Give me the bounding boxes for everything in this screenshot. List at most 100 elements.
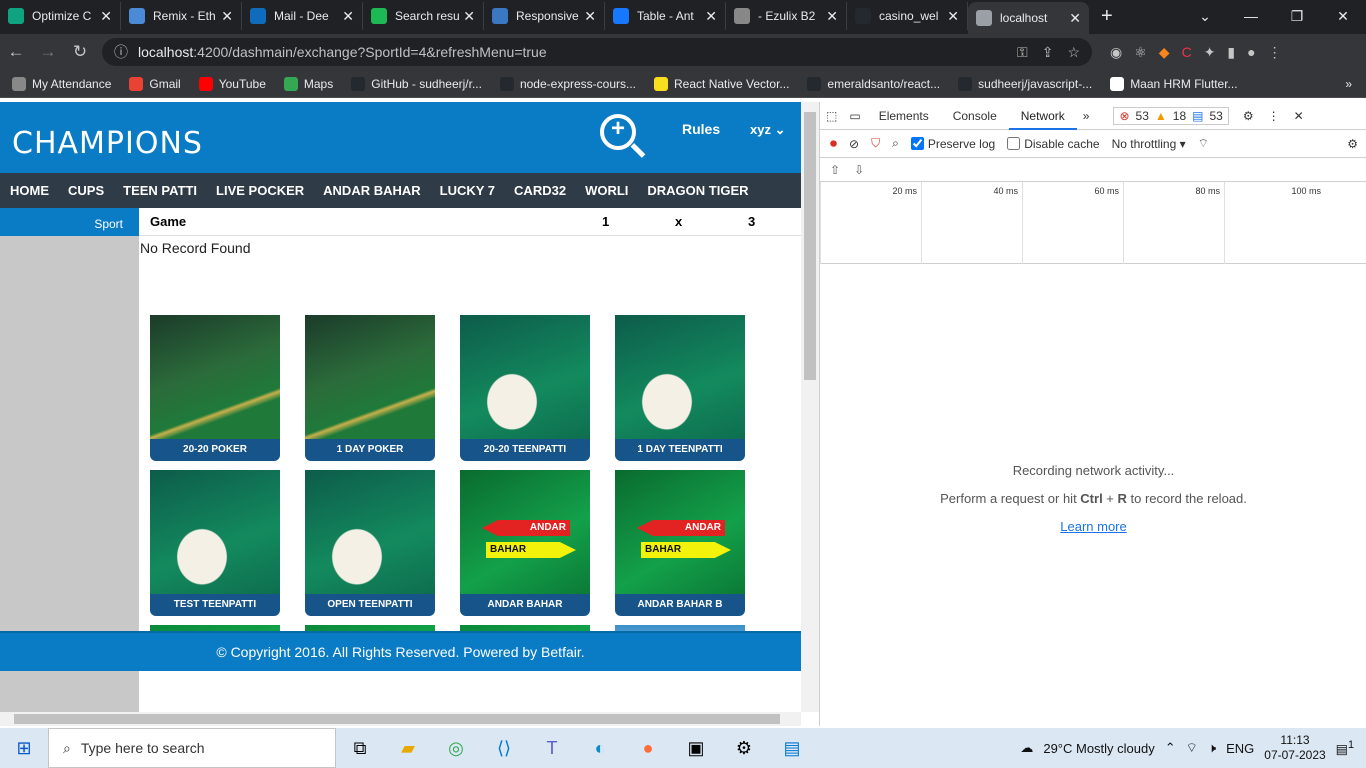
record-extension-icon[interactable]: ◉	[1110, 44, 1122, 61]
game-card[interactable]: ANDAR BAHAR ANDAR BAHAR	[460, 470, 590, 616]
clock[interactable]: 11:13 07-07-2023	[1264, 733, 1325, 763]
bookmark-star-icon[interactable]: ☆	[1067, 44, 1080, 61]
disable-cache-checkbox[interactable]: Disable cache	[1007, 137, 1100, 151]
bookmark-item[interactable]: Maan HRM Flutter...	[1110, 76, 1238, 91]
volume-icon[interactable]: 🕨	[1208, 740, 1216, 756]
preserve-log-checkbox[interactable]: Preserve log	[910, 137, 995, 151]
menu-item[interactable]: HOME	[10, 183, 49, 198]
bookmark-item[interactable]: Maps	[283, 76, 333, 91]
horizontal-scrollbar[interactable]	[0, 712, 801, 726]
game-card[interactable]: 1 DAY TEENPATTI	[615, 315, 745, 461]
browser-tab[interactable]: Search resu ✕	[363, 2, 484, 30]
game-card[interactable]: 20-20 POKER	[150, 315, 280, 461]
devtools-tab[interactable]: Network	[1008, 102, 1077, 130]
vertical-scrollbar[interactable]	[801, 102, 819, 712]
puzzle-extensions-icon[interactable]: ✦	[1204, 44, 1216, 61]
bookmark-item[interactable]: React Native Vector...	[654, 76, 789, 91]
browser-tab[interactable]: Responsive ✕	[484, 2, 605, 30]
language-indicator[interactable]: ENG	[1226, 741, 1254, 756]
menu-item[interactable]: WORLI	[585, 183, 628, 198]
rules-link[interactable]: Rules	[682, 121, 720, 137]
bookmark-item[interactable]: emeraldsanto/react...	[807, 76, 940, 91]
teams-icon[interactable]: T	[528, 728, 576, 768]
site-info-icon[interactable]: ⓘ	[114, 42, 128, 62]
bookmark-item[interactable]: My Attendance	[12, 76, 111, 91]
game-card[interactable]: ANDAR BAHAR ANDAR BAHAR B	[615, 470, 745, 616]
extension-c-icon[interactable]: C	[1182, 44, 1192, 61]
user-menu[interactable]: xyz ⌄	[750, 122, 786, 138]
game-card[interactable]: TEST TEENPATTI	[150, 470, 280, 616]
windows-start-icon[interactable]: ⊞	[0, 728, 48, 768]
browser-tab[interactable]: Mail - Dee ✕	[242, 2, 363, 30]
menu-item[interactable]: TEEN PATTI	[123, 183, 197, 198]
error-count[interactable]: ⊗ 53 ▲ 18 ▤ 53	[1113, 106, 1229, 125]
key-icon[interactable]: ⚿	[1017, 44, 1028, 61]
site-logo[interactable]: CHAMPIONS	[12, 126, 203, 161]
restore-button[interactable]: ❐	[1274, 0, 1320, 32]
tab-search-icon[interactable]: ⌄	[1182, 0, 1228, 32]
tray-chevron-icon[interactable]: ⌃	[1165, 740, 1176, 756]
bookmark-item[interactable]: YouTube	[198, 76, 266, 91]
browser-tab[interactable]: Remix - Eth ✕	[121, 2, 242, 30]
close-tab-icon[interactable]: ✕	[463, 8, 475, 25]
network-icon[interactable]: ⌔	[1186, 740, 1198, 756]
close-tab-icon[interactable]: ✕	[826, 8, 838, 25]
weather-text[interactable]: 29°C Mostly cloudy	[1043, 741, 1154, 756]
close-window-button[interactable]: ✕	[1320, 0, 1366, 32]
devtools-tab[interactable]: Elements	[867, 102, 941, 130]
react-extension-icon[interactable]: ⚛	[1134, 44, 1147, 61]
more-tabs-icon[interactable]: »	[1077, 109, 1096, 123]
game-card[interactable]: 20-20 TEENPATTI	[460, 315, 590, 461]
settings-gear-icon[interactable]: ⚙	[1243, 109, 1254, 123]
game-card[interactable]: OPEN TEENPATTI	[305, 470, 435, 616]
postman-icon[interactable]: ●	[624, 728, 672, 768]
search-icon[interactable]: ⌕	[892, 136, 899, 151]
reload-icon[interactable]: ↻	[64, 42, 96, 62]
menu-item[interactable]: LIVE POCKER	[216, 183, 304, 198]
devtools-menu-icon[interactable]: ⋮	[1268, 109, 1280, 123]
metamask-extension-icon[interactable]: ◆	[1159, 44, 1170, 61]
menu-item[interactable]: ANDAR BAHAR	[323, 183, 421, 198]
bookmark-item[interactable]: node-express-cours...	[499, 76, 636, 91]
devtools-tab[interactable]: Console	[941, 102, 1009, 130]
record-icon[interactable]: ⏺	[830, 135, 837, 152]
back-icon[interactable]: ←	[0, 42, 32, 62]
menu-item[interactable]: LUCKY 7	[440, 183, 495, 198]
clear-icon[interactable]: ⊘	[849, 137, 859, 151]
bookmark-item[interactable]: sudheerj/javascript-...	[958, 76, 1092, 91]
close-devtools-icon[interactable]: ✕	[1294, 109, 1304, 123]
close-tab-icon[interactable]: ✕	[947, 8, 959, 25]
close-tab-icon[interactable]: ✕	[342, 8, 354, 25]
network-settings-icon[interactable]: ⚙	[1347, 137, 1358, 151]
more-bookmarks-icon[interactable]: »	[1345, 77, 1352, 91]
device-toggle-icon[interactable]: ▭	[843, 109, 866, 123]
close-tab-icon[interactable]: ✕	[584, 8, 596, 25]
browser-tab[interactable]: Optimize C ✕	[0, 2, 121, 30]
browser-tab[interactable]: Table - Ant ✕	[605, 2, 726, 30]
menu-item[interactable]: CARD32	[514, 183, 566, 198]
filter-icon[interactable]: ⛉	[871, 136, 880, 151]
throttling-select[interactable]: No throttling ▾	[1112, 137, 1186, 151]
chrome-menu-icon[interactable]: ⋮	[1268, 44, 1282, 61]
task-view-icon[interactable]: ⧉	[336, 728, 384, 768]
forward-icon[interactable]: →	[32, 42, 64, 62]
bookmark-item[interactable]: GitHub - sudheerj/r...	[351, 76, 482, 91]
import-har-icon[interactable]: ⇧	[830, 163, 840, 177]
settings-icon[interactable]: ⚙	[720, 728, 768, 768]
browser-tab[interactable]: casino_wel ✕	[847, 2, 968, 30]
close-tab-icon[interactable]: ✕	[705, 8, 717, 25]
menu-item[interactable]: CUPS	[68, 183, 104, 198]
inspect-icon[interactable]: ⬚	[820, 109, 843, 123]
close-tab-icon[interactable]: ✕	[221, 8, 233, 25]
vscode-icon[interactable]: ⟨⟩	[480, 728, 528, 768]
taskbar-search[interactable]: ⌕ Type here to search	[48, 728, 336, 768]
export-har-icon[interactable]: ⇩	[854, 163, 864, 177]
menu-item[interactable]: DRAGON TIGER	[647, 183, 748, 198]
edge-icon[interactable]: ◐	[576, 728, 624, 768]
learn-more-link[interactable]: Learn more	[1060, 519, 1126, 534]
sport-tab[interactable]: Sport	[0, 208, 139, 236]
url-bar[interactable]: ⓘ localhost:4200/dashmain/exchange?Sport…	[102, 38, 1092, 66]
network-conditions-icon[interactable]: ⌔	[1198, 136, 1209, 151]
terminal-icon[interactable]: ▣	[672, 728, 720, 768]
close-tab-icon[interactable]: ✕	[1069, 10, 1081, 27]
